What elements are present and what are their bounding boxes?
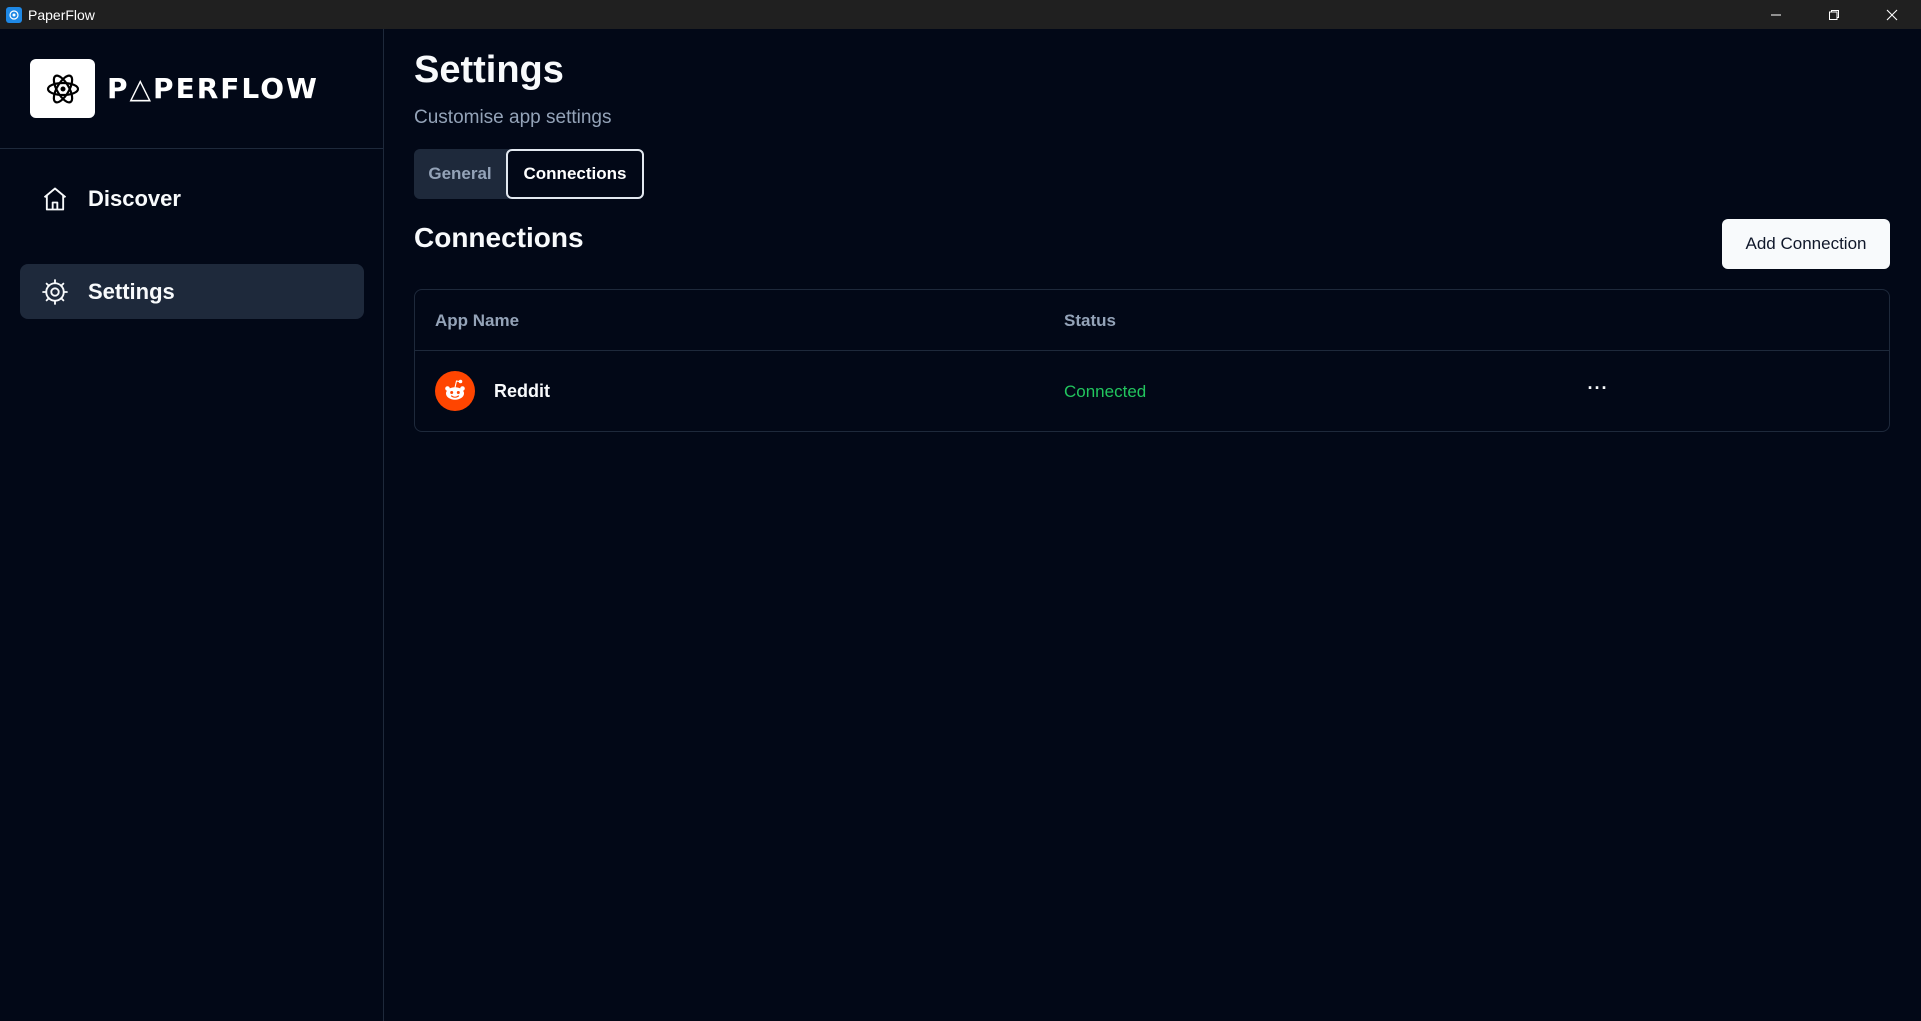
section-title: Connections <box>414 222 584 253</box>
sidebar-item-label: Settings <box>88 278 175 304</box>
minimize-icon[interactable] <box>1747 0 1805 29</box>
home-icon <box>41 185 69 213</box>
sidebar-item-discover[interactable]: Discover <box>20 171 364 226</box>
paperflow-logo-icon <box>30 59 95 118</box>
table-row: Reddit Connected ··· <box>415 351 1889 431</box>
window-titlebar: PaperFlow <box>0 0 1921 29</box>
app-name-cell: Reddit <box>494 381 550 401</box>
more-actions-icon[interactable]: ··· <box>1583 373 1613 403</box>
add-connection-button[interactable]: Add Connection <box>1722 219 1890 269</box>
close-icon[interactable] <box>1863 0 1921 29</box>
column-header-status: Status <box>1064 311 1116 330</box>
window-title: PaperFlow <box>28 6 95 23</box>
app-icon <box>6 6 22 23</box>
page-subtitle: Customise app settings <box>414 107 612 128</box>
column-header-app-name: App Name <box>435 311 520 330</box>
page-title: Settings <box>414 49 564 91</box>
sidebar-item-settings[interactable]: Settings <box>20 264 364 319</box>
restore-icon[interactable] <box>1805 0 1863 29</box>
status-badge: Connected <box>1064 382 1147 401</box>
connections-table: App Name Status Reddit Connected ··· <box>414 289 1890 432</box>
reddit-icon <box>435 371 475 411</box>
sidebar-item-label: Discover <box>88 185 181 211</box>
brand-name: P△PERFLOW <box>107 72 319 105</box>
settings-tabs: General Connections <box>414 149 644 199</box>
window-controls <box>1747 0 1921 29</box>
tab-connections[interactable]: Connections <box>506 149 644 199</box>
sidebar: P△PERFLOW Discover Settings <box>0 29 384 1021</box>
gear-icon <box>41 278 69 306</box>
brand: P△PERFLOW <box>0 29 383 149</box>
tab-general[interactable]: General <box>414 149 506 199</box>
table-header: App Name Status <box>415 290 1889 351</box>
